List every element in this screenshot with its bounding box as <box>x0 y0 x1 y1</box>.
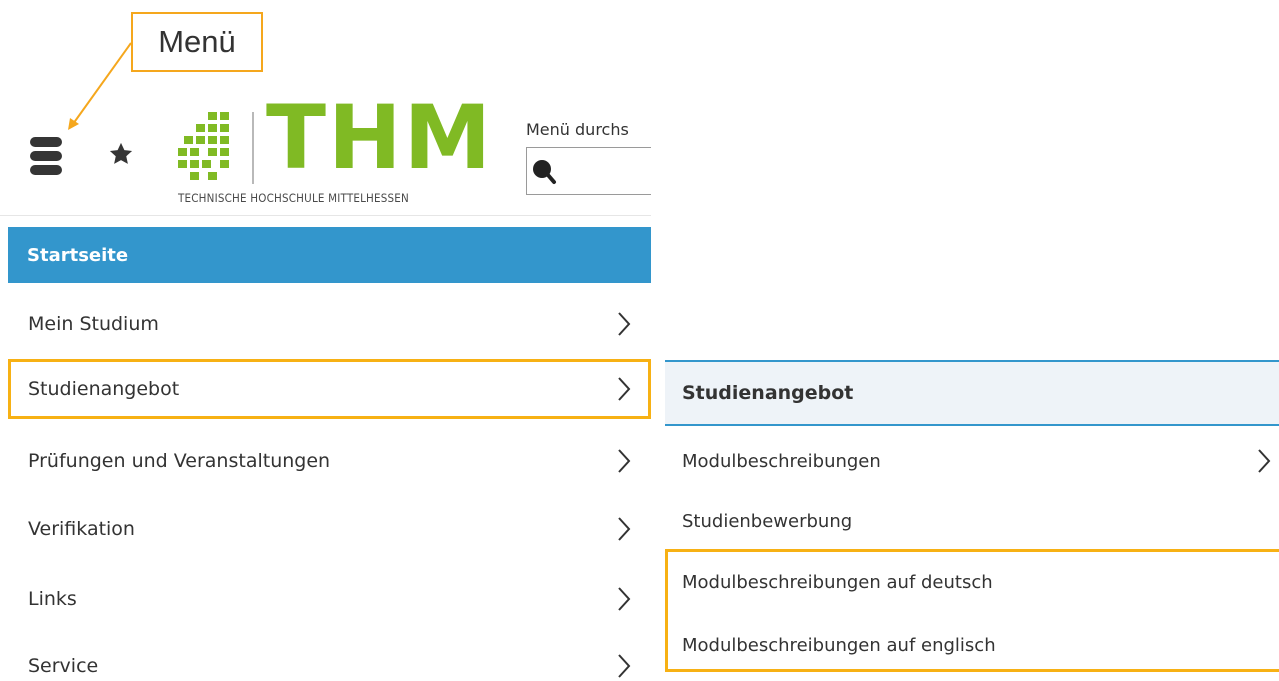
menu-annotation-callout: Menü <box>131 12 263 72</box>
menu-item-label: Prüfungen und Veranstaltungen <box>28 450 331 472</box>
submenu-item-modulbeschreibungen-englisch[interactable]: Modulbeschreibungen auf englisch <box>665 620 1279 670</box>
chevron-right-icon <box>618 449 631 473</box>
submenu-item-modulbeschreibungen-deutsch[interactable]: Modulbeschreibungen auf deutsch <box>665 557 1279 607</box>
chevron-right-icon <box>618 377 631 401</box>
thm-logo-mark-icon <box>178 112 229 180</box>
menu-item-label: Studienangebot <box>28 378 180 400</box>
hamburger-menu-icon[interactable] <box>30 137 62 175</box>
submenu-item-label: Modulbeschreibungen auf deutsch <box>682 571 993 593</box>
search-input[interactable] <box>526 147 651 195</box>
menu-home[interactable]: Startseite <box>8 227 651 283</box>
menu-item-pruefungen-und-veranstaltungen[interactable]: Prüfungen und Veranstaltungen <box>8 431 651 491</box>
menu-item-label: Mein Studium <box>28 313 159 335</box>
page: Menü THM TECHNISCHE HOCHSCHULE MITTELHES… <box>0 0 1279 681</box>
chevron-right-icon <box>618 517 631 541</box>
submenu-panel: Studienangebot Modulbeschreibungen Studi… <box>665 360 1279 681</box>
search-label: Menü durchs <box>526 120 629 139</box>
menu-item-studienangebot[interactable]: Studienangebot <box>8 359 651 419</box>
chevron-right-icon <box>1258 449 1271 473</box>
submenu-title: Studienangebot <box>665 362 1279 426</box>
menu-item-label: Verifikation <box>28 518 135 540</box>
menu-item-label: Service <box>28 655 99 677</box>
thm-logo-text: THM <box>266 86 494 189</box>
menu-search: Menü durchs <box>526 118 651 198</box>
submenu-item-label: Modulbeschreibungen auf englisch <box>682 634 996 656</box>
menu-item-links[interactable]: Links <box>8 569 651 629</box>
search-icon <box>533 160 556 184</box>
annotation-label: Menü <box>158 24 236 59</box>
menu-item-service[interactable]: Service <box>8 636 651 681</box>
thm-logo-subtitle: TECHNISCHE HOCHSCHULE MITTELHESSEN <box>178 191 409 205</box>
submenu-item-modulbeschreibungen[interactable]: Modulbeschreibungen <box>665 436 1279 486</box>
chevron-right-icon <box>618 587 631 611</box>
submenu-item-studienbewerbung[interactable]: Studienbewerbung <box>665 496 1279 546</box>
chevron-right-icon <box>618 312 631 336</box>
favorites-star-icon[interactable] <box>103 136 139 172</box>
chevron-right-icon <box>618 654 631 678</box>
logo-separator <box>252 112 254 184</box>
menu-item-mein-studium[interactable]: Mein Studium <box>8 294 651 354</box>
menu-item-label: Links <box>28 588 77 610</box>
menu-item-verifikation[interactable]: Verifikation <box>8 499 651 559</box>
submenu-item-label: Studienbewerbung <box>682 510 853 532</box>
header-divider <box>0 215 651 216</box>
submenu-item-label: Modulbeschreibungen <box>682 450 881 472</box>
menu-home-label: Startseite <box>27 244 129 266</box>
